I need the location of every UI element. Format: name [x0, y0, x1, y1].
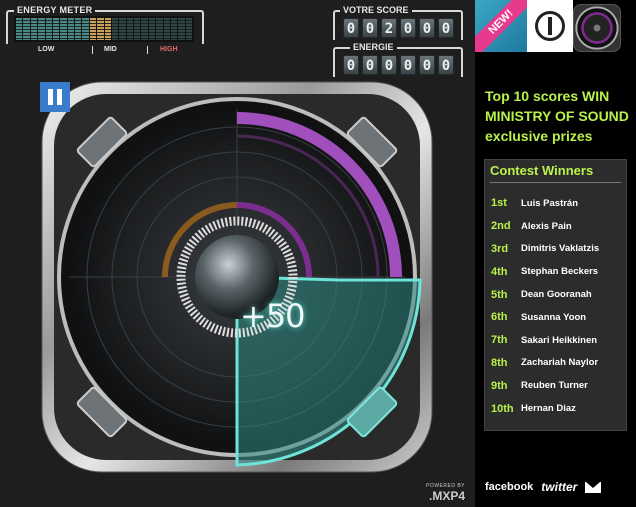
energy-segment — [134, 18, 141, 40]
energy-segment — [16, 18, 23, 40]
points-popup: +50 — [240, 297, 306, 335]
contest-winners-panel: Contest Winners 1st Luis Pastrán 2nd Alexi… — [484, 159, 627, 431]
winner-rank: 10th — [491, 402, 514, 415]
energy-mid-label: MID — [104, 46, 117, 53]
sidebar: NEW! Top 10 scores WIN MINISTRY OF SOUND… — [475, 0, 636, 507]
winner-row: 2nd Alexis Pain — [485, 215, 626, 238]
score-digit: 0 — [400, 18, 416, 38]
facebook-link[interactable]: facebook — [485, 481, 533, 493]
winner-name: Zachariah Naylor — [521, 357, 599, 369]
energy-tick — [92, 46, 93, 54]
score-digit: 2 — [381, 18, 397, 38]
score-digit: 0 — [419, 18, 435, 38]
energy-segment — [23, 18, 30, 40]
mxp4-logo: .MXP4 — [428, 489, 465, 503]
energy-segment — [126, 18, 133, 40]
ministry-logo-icon — [535, 11, 565, 41]
winner-name: Luis Pastrán — [521, 197, 579, 209]
pause-button[interactable] — [40, 82, 70, 112]
energy-segment — [75, 18, 82, 40]
winner-rank: 4th — [491, 265, 508, 278]
energie-digit: 0 — [343, 55, 359, 75]
winner-row: 6th Susanna Yoon — [485, 306, 626, 329]
energy-segment — [163, 18, 170, 40]
energy-high-label: HIGH — [160, 46, 178, 53]
energie-digit: 0 — [362, 55, 378, 75]
winner-row: 1st Luis Pastrán — [485, 192, 626, 215]
new-ribbon: NEW! — [475, 0, 527, 52]
score-digits: 0 0 2 0 0 0 — [343, 18, 454, 38]
score-digit: 0 — [362, 18, 378, 38]
speaker-board — [41, 81, 433, 473]
energy-tick — [147, 46, 148, 54]
energy-segment — [119, 18, 126, 40]
energy-segment — [178, 18, 185, 40]
energie-digits: 0 0 0 0 0 0 — [343, 55, 454, 75]
powered-by-mxp4: POWERED BY .MXP4 — [426, 483, 465, 503]
ministry-of-sound-logo[interactable] — [527, 0, 573, 52]
energie-title: ENERGIE — [350, 42, 397, 52]
winner-row: 5th Dean Gooranah — [485, 283, 626, 306]
winner-rank: 3rd — [491, 242, 509, 255]
winner-row: 4th Stephan Beckers — [485, 260, 626, 283]
energy-segment — [67, 18, 74, 40]
energy-segment — [141, 18, 148, 40]
winner-row: 8th Zachariah Naylor — [485, 352, 626, 375]
energy-segment — [111, 18, 119, 40]
winner-name: Stephan Beckers — [521, 266, 599, 278]
winner-row: 10th Hernan Diaz — [485, 397, 626, 420]
winner-row: 7th Sakari Heikkinen — [485, 329, 626, 352]
winner-row: 3rd Dimitris Vaklatzis — [485, 238, 626, 261]
promo-text: Top 10 scores WIN MINISTRY OF SOUND excl… — [485, 88, 629, 144]
energie-digit: 0 — [381, 55, 397, 75]
energy-segment — [148, 18, 156, 40]
winner-name: Alexis Pain — [521, 220, 572, 232]
energie-digit: 0 — [419, 55, 435, 75]
score-title: VOTRE SCORE — [340, 5, 412, 15]
winner-rank: 2nd — [491, 220, 511, 233]
winner-row: 9th Reuben Turner — [485, 374, 626, 397]
pause-icon — [48, 89, 53, 105]
energy-segment — [97, 18, 104, 40]
winner-name: Susanna Yoon — [521, 311, 587, 323]
energy-low-label: LOW — [38, 46, 55, 53]
score-digit: 0 — [343, 18, 359, 38]
winner-name: Dean Gooranah — [521, 289, 592, 301]
energy-segment — [89, 18, 97, 40]
winner-name: Hernan Diaz — [521, 403, 576, 415]
email-icon[interactable] — [585, 481, 602, 493]
score-digit: 0 — [438, 18, 454, 38]
winner-rank: 6th — [491, 311, 508, 324]
winner-rank: 7th — [491, 334, 508, 347]
game-area: ENERGY METER LOW MID HIGH VOTRE SCORE 0 … — [0, 0, 475, 507]
winner-name: Dimitris Vaklatzis — [521, 243, 600, 255]
winners-list: 1st Luis Pastrán 2nd Alexis Pain 3rd Dimitr… — [485, 192, 626, 420]
energie-digit: 0 — [438, 55, 454, 75]
winner-rank: 1st — [491, 197, 507, 210]
winner-rank: 5th — [491, 288, 508, 301]
energy-segment — [170, 18, 178, 40]
energy-meter-bar — [14, 16, 194, 42]
energy-segment — [156, 18, 163, 40]
energy-segment — [185, 18, 192, 40]
app-icon[interactable] — [573, 4, 621, 52]
energie-digit: 0 — [400, 55, 416, 75]
twitter-link[interactable]: twitter — [541, 480, 577, 494]
energy-segment — [52, 18, 60, 40]
energy-meter-title: ENERGY METER — [14, 5, 96, 15]
winner-rank: 9th — [491, 379, 508, 392]
energy-segment — [38, 18, 45, 40]
pause-icon — [57, 89, 62, 105]
new-badge: NEW! — [475, 0, 527, 52]
winner-name: Sakari Heikkinen — [521, 334, 598, 346]
energy-segment — [45, 18, 52, 40]
winner-name: Reuben Turner — [521, 380, 588, 392]
energy-segment — [82, 18, 89, 40]
energy-segment — [30, 18, 38, 40]
energy-segment — [104, 18, 111, 40]
energy-segment — [60, 18, 67, 40]
contest-winners-title: Contest Winners — [490, 163, 621, 183]
winner-rank: 8th — [491, 356, 508, 369]
social-links: facebook twitter — [485, 480, 635, 494]
